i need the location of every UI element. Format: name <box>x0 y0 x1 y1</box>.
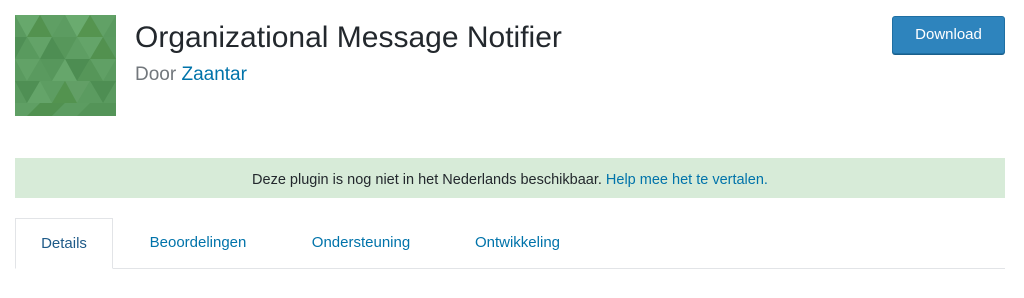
plugin-tabs: Details Beoordelingen Ondersteuning Ontw… <box>15 218 1005 269</box>
plugin-byline: Door Zaantar <box>135 62 247 88</box>
translation-notice: Deze plugin is nog niet in het Nederland… <box>15 158 1005 198</box>
tab-reviews[interactable]: Beoordelingen <box>133 218 263 268</box>
tab-development[interactable]: Ontwikkeling <box>455 218 580 268</box>
tab-details[interactable]: Details <box>15 218 113 269</box>
notice-text: Deze plugin is nog niet in het Nederland… <box>252 172 602 188</box>
author-link[interactable]: Zaantar <box>181 64 246 85</box>
plugin-title: Organizational Message Notifier <box>135 21 562 54</box>
byline-prefix: Door <box>135 64 177 85</box>
plugin-banner-icon <box>15 15 116 116</box>
download-button[interactable]: Download <box>892 16 1005 54</box>
plugin-page: Organizational Message Notifier Door Zaa… <box>0 0 1024 298</box>
tab-support[interactable]: Ondersteuning <box>291 218 431 268</box>
triangle-pattern-icon <box>15 15 116 116</box>
translate-link[interactable]: Help mee het te vertalen. <box>606 172 768 188</box>
